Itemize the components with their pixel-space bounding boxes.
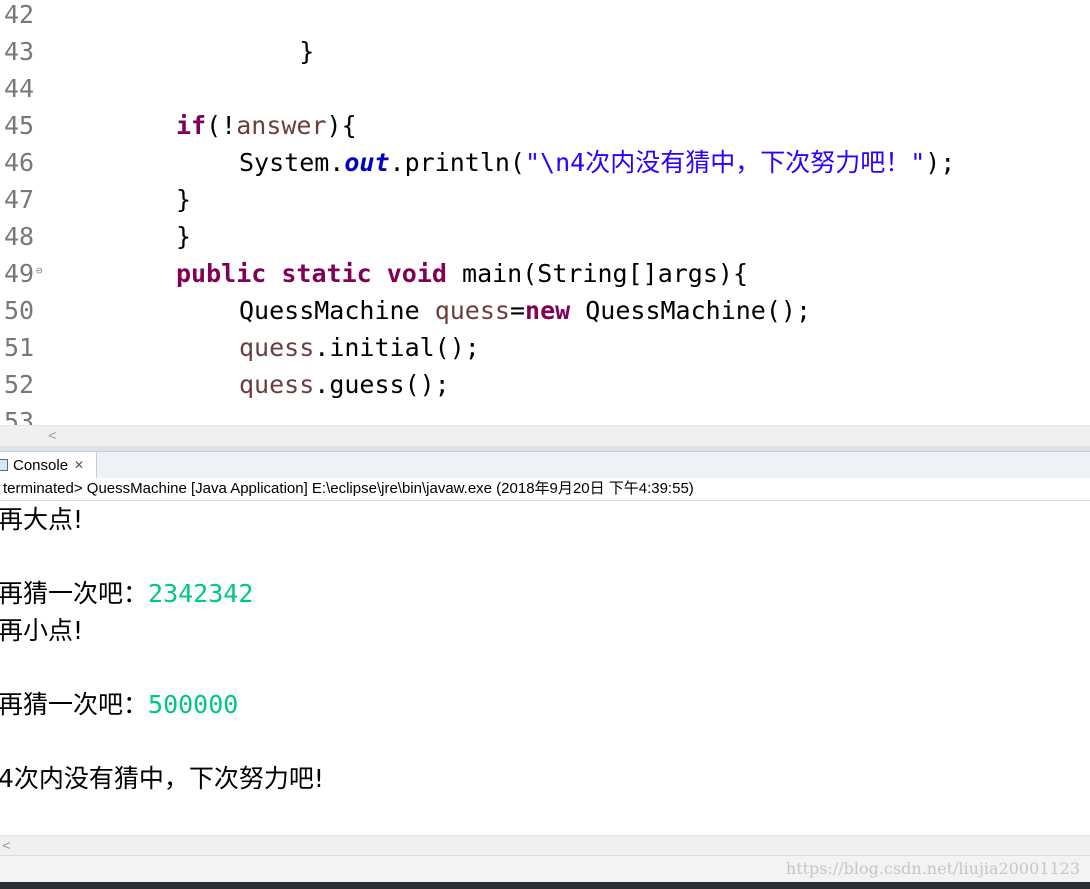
code-text: .guess(); [314, 370, 450, 399]
console-tab-bar: Console ✕ [0, 452, 1090, 479]
output-line: 再猜一次吧：500000 [0, 686, 238, 723]
code-line-42: } [239, 0, 314, 66]
keyword-static: static [281, 259, 372, 288]
code-line-50: QuessMachine quess=new QuessMachine(); [239, 292, 811, 329]
output-line: 再猜一次吧：2342342 [0, 575, 253, 612]
output-line: 再小点! [0, 616, 84, 645]
code-punct: (! [206, 111, 237, 140]
type-name: QuessMachine [239, 296, 420, 325]
output-line: 4次内没有猜中，下次努力吧! [0, 764, 324, 793]
console-output[interactable]: 再大点! 再猜一次吧：2342342 再小点! 再猜一次吧：500000 4次内… [0, 501, 1090, 835]
keyword-void: void [386, 259, 447, 288]
line-number: 43 [4, 37, 35, 66]
code-line-47: } [176, 181, 191, 218]
line-number: 45 [4, 111, 35, 140]
code-text: QuessMachine(); [585, 296, 812, 325]
line-number: 42 [4, 0, 35, 29]
taskbar [0, 882, 1090, 889]
console-icon [0, 459, 8, 471]
process-status-text: terminated> QuessMachine [Java Applicati… [3, 480, 694, 497]
editor-horizontal-scrollbar[interactable]: < [0, 425, 1090, 446]
console-status-bar: terminated> QuessMachine [Java Applicati… [0, 478, 1090, 501]
code-text: System. [239, 148, 345, 177]
user-input-value: 2342342 [148, 579, 254, 608]
field-out: out [344, 148, 390, 177]
code-punct: ); [925, 148, 956, 177]
code-text: .initial(); [314, 333, 480, 362]
scroll-left-arrow-icon[interactable]: < [2, 836, 10, 856]
string-literal: "\n4次内没有猜中，下次努力吧！" [524, 148, 926, 177]
variable-quess: quess [434, 296, 510, 325]
code-text: .println( [389, 148, 525, 177]
fold-collapse-icon[interactable]: ⊖ [36, 264, 43, 277]
code-line-45: if(!answer){ [176, 107, 357, 144]
code-brace: } [176, 222, 192, 251]
code-brace: } [176, 185, 192, 214]
line-number: 51 [4, 333, 35, 362]
code-punct: ){ [326, 111, 357, 140]
tab-console[interactable]: Console ✕ [0, 452, 97, 478]
code-line-51: quess.initial(); [239, 329, 480, 366]
code-punct: = [509, 296, 526, 325]
output-prompt: 再猜一次吧： [0, 690, 149, 719]
code-editor[interactable]: 42 43 44 45 46 47 48 49 50 51 52 53 ⊖ } … [0, 0, 1090, 425]
code-line-49: public static void main(String[]args){ [176, 255, 748, 292]
code-line-48: } [176, 218, 191, 255]
output-prompt: 再猜一次吧： [0, 579, 149, 608]
variable-answer: answer [236, 111, 327, 140]
line-number: 50 [4, 296, 35, 325]
scroll-left-arrow-icon[interactable]: < [48, 426, 56, 446]
variable-quess: quess [239, 333, 315, 362]
variable-quess: quess [239, 370, 315, 399]
watermark: https://blog.csdn.net/liujia20001123 [785, 859, 1080, 878]
keyword-public: public [176, 259, 267, 288]
code-text: main(String[]args){ [462, 259, 749, 288]
line-number: 53 [4, 407, 35, 425]
keyword-new: new [525, 296, 571, 325]
line-number: 52 [4, 370, 35, 399]
code-line-52: quess.guess(); [239, 366, 450, 403]
close-icon[interactable]: ✕ [74, 458, 84, 472]
line-number: 44 [4, 74, 35, 103]
line-number: 48 [4, 222, 35, 251]
line-number: 47 [4, 185, 35, 214]
code-line-46: System.out.println("\n4次内没有猜中，下次努力吧！"); [239, 144, 955, 181]
tab-console-label: Console [13, 456, 69, 474]
console-horizontal-scrollbar[interactable]: < [0, 835, 1090, 856]
output-line: 再大点! [0, 505, 84, 534]
keyword-if: if [176, 111, 207, 140]
line-number: 46 [4, 148, 35, 177]
code-brace: } [299, 37, 315, 66]
user-input-value: 500000 [148, 690, 239, 719]
